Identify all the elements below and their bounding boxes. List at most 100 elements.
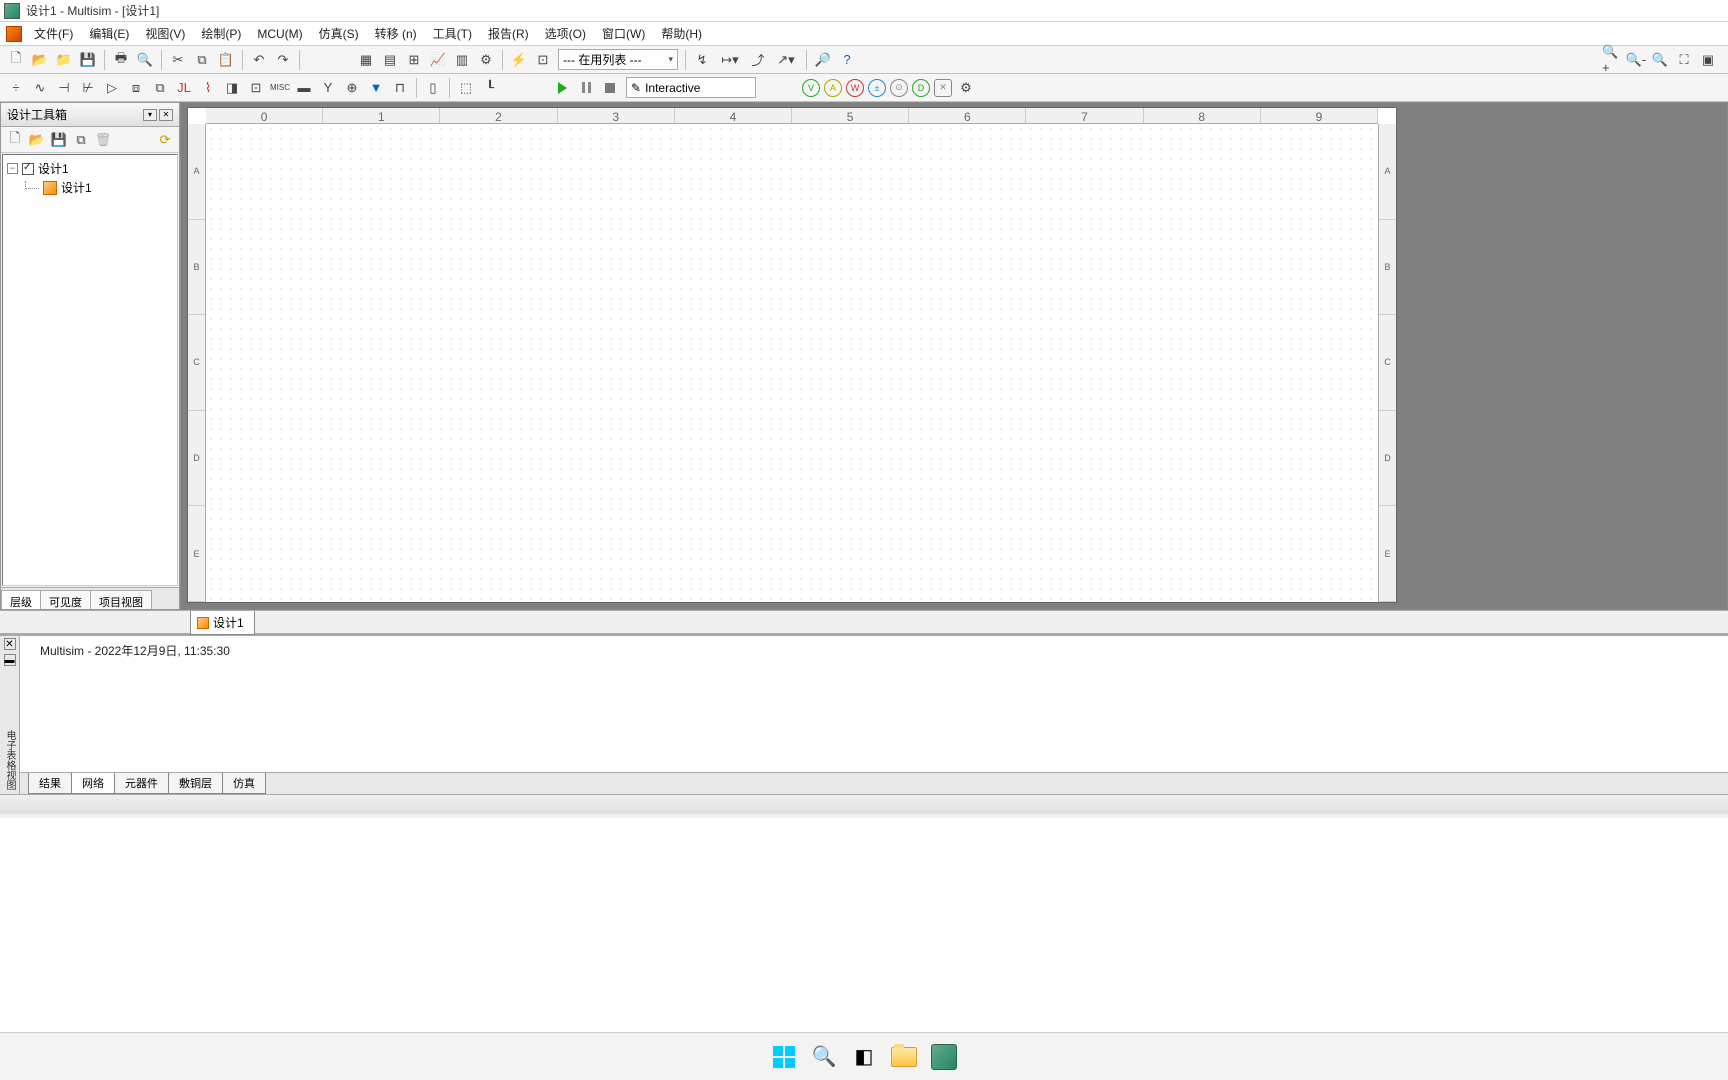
zoom-fit-button[interactable]: ⛶ (1673, 49, 1695, 71)
toolbox-delete-button[interactable]: 🗑 (93, 130, 113, 150)
cut-button[interactable]: ✂ (167, 49, 189, 71)
menu-view[interactable]: 视图(V) (137, 22, 193, 45)
probe-current-icon[interactable]: A (824, 79, 842, 97)
project-tree[interactable]: − 设计1 设计1 (2, 154, 178, 586)
tab-components[interactable]: 元器件 (114, 773, 169, 794)
electrical-rules-button[interactable]: ⚡ (508, 49, 530, 71)
print-preview-button[interactable]: 🔍 (134, 49, 156, 71)
tab-hierarchy[interactable]: 层级 (1, 590, 41, 609)
tab-visibility[interactable]: 可见度 (40, 590, 91, 609)
place-transistor-button[interactable]: ⊬ (77, 77, 99, 99)
probe-settings-button[interactable]: ⚙ (955, 77, 977, 99)
probe-power-icon[interactable]: W (846, 79, 864, 97)
place-electromech-button[interactable]: ⊕ (341, 77, 363, 99)
back-annotate-button[interactable]: ↯ (691, 49, 713, 71)
hierarchical-block-button[interactable]: ⬚ (455, 77, 477, 99)
menu-window[interactable]: 窗口(W) (594, 22, 653, 45)
place-ni-button[interactable]: ▼ (365, 77, 387, 99)
probe-digital-icon[interactable]: D (912, 79, 930, 97)
analysis-combo[interactable]: ✎ Interactive (626, 77, 756, 98)
undo-button[interactable]: ↶ (248, 49, 270, 71)
document-tab[interactable]: 设计1 (190, 611, 255, 635)
goto-parent-button[interactable]: ⤴ (747, 49, 769, 71)
probe-voltage-icon[interactable]: V (802, 79, 820, 97)
place-cmos-button[interactable]: ⧉ (149, 77, 171, 99)
print-button[interactable]: 🖶 (110, 49, 132, 71)
tab-nets[interactable]: 网络 (71, 773, 115, 794)
forward-annotate-button[interactable]: ↦▾ (715, 49, 745, 71)
task-view-button[interactable]: ◧ (849, 1042, 879, 1072)
menu-simulate[interactable]: 仿真(S) (311, 22, 367, 45)
schematic-sheet[interactable]: 0123456789 ABCDE ABCDE (187, 107, 1397, 603)
tab-copper[interactable]: 敷铜层 (168, 773, 223, 794)
breadboard-button[interactable]: ⊡ (532, 49, 554, 71)
grid-canvas[interactable] (206, 124, 1378, 602)
toolbox-open-button[interactable]: 📂 (27, 130, 47, 150)
tab-project-view[interactable]: 项目视图 (90, 590, 152, 609)
toolbox-close-button[interactable]: ✕ (159, 109, 173, 121)
paste-button[interactable]: 📋 (215, 49, 237, 71)
toolbox-pin-button[interactable]: ▾ (143, 109, 157, 121)
probe-diff-icon[interactable]: ± (868, 79, 886, 97)
start-button[interactable] (769, 1042, 799, 1072)
toggle-spreadsheet-button[interactable]: ▤ (379, 49, 401, 71)
bus-button[interactable]: ┖ (479, 77, 501, 99)
open-samples-button[interactable]: 📁 (53, 49, 75, 71)
multisim-taskbar-button[interactable] (929, 1042, 959, 1072)
zoom-out-button[interactable]: 🔍- (1625, 49, 1647, 71)
open-button[interactable]: 📂 (29, 49, 51, 71)
tree-root-row[interactable]: − 设计1 (7, 159, 173, 178)
menu-edit[interactable]: 编辑(E) (81, 22, 137, 45)
menu-reports[interactable]: 报告(R) (480, 22, 537, 45)
place-basic-button[interactable]: ∿ (29, 77, 51, 99)
postprocessor-button[interactable]: ▥ (451, 49, 473, 71)
menu-mcu[interactable]: MCU(M) (249, 24, 310, 44)
probe-ref-icon[interactable]: ⊙ (890, 79, 908, 97)
redo-button[interactable]: ↷ (272, 49, 294, 71)
expand-icon[interactable]: − (7, 163, 18, 174)
run-button[interactable] (552, 78, 572, 98)
place-misc-button[interactable]: MISC (269, 77, 291, 99)
place-power-button[interactable]: ⊡ (245, 77, 267, 99)
file-explorer-button[interactable] (889, 1042, 919, 1072)
menu-options[interactable]: 选项(O) (537, 22, 594, 45)
log-output[interactable]: Multisim - 2022年12月9日, 11:35:30 (20, 636, 1728, 772)
menu-help[interactable]: 帮助(H) (653, 22, 710, 45)
menu-place[interactable]: 绘制(P) (193, 22, 249, 45)
place-ttl-button[interactable]: ⧈ (125, 77, 147, 99)
ultiboard-button[interactable]: ↗▾ (771, 49, 801, 71)
place-advanced-button[interactable]: ▬ (293, 77, 315, 99)
place-mixed-button[interactable]: ⌇ (197, 77, 219, 99)
stop-button[interactable] (600, 78, 620, 98)
menu-tools[interactable]: 工具(T) (425, 22, 480, 45)
toolbox-save-button[interactable]: 💾 (49, 130, 69, 150)
place-source-button[interactable]: ÷ (5, 77, 27, 99)
place-analog-button[interactable]: ▷ (101, 77, 123, 99)
zoom-in-button[interactable]: 🔍+ (1601, 49, 1623, 71)
place-indicator-button[interactable]: ◨ (221, 77, 243, 99)
tab-results[interactable]: 结果 (28, 773, 72, 794)
spreadsheet-pin-button[interactable]: ▬ (4, 654, 16, 666)
copy-button[interactable]: ⧉ (191, 49, 213, 71)
find-button[interactable]: 🔎 (812, 49, 834, 71)
toolbox-refresh-button[interactable]: ⟳ (155, 130, 175, 150)
place-connector-button[interactable]: ⊓ (389, 77, 411, 99)
menu-transfer[interactable]: 转移 (n) (367, 22, 425, 45)
toggle-design-toolbox-button[interactable]: ▦ (355, 49, 377, 71)
probe-delete-icon[interactable]: ✕ (934, 79, 952, 97)
in-use-list-combo[interactable]: --- 在用列表 --- (558, 49, 678, 70)
place-rf-button[interactable]: Y (317, 77, 339, 99)
pause-button[interactable] (576, 78, 596, 98)
help-button[interactable]: ? (836, 49, 858, 71)
doc-icon[interactable] (6, 26, 22, 42)
menu-file[interactable]: 文件(F) (26, 22, 81, 45)
fullscreen-button[interactable]: ▣ (1697, 49, 1719, 71)
spreadsheet-close-button[interactable]: ✕ (4, 638, 16, 650)
checkbox-icon[interactable] (22, 163, 34, 175)
toolbox-saveall-button[interactable]: ⧉ (71, 130, 91, 150)
component-wizard-button[interactable]: ⚙ (475, 49, 497, 71)
grapher-button[interactable]: 📈 (427, 49, 449, 71)
search-button[interactable]: 🔍 (809, 1042, 839, 1072)
database-manager-button[interactable]: ⊞ (403, 49, 425, 71)
place-misc-digital-button[interactable]: JL (173, 77, 195, 99)
